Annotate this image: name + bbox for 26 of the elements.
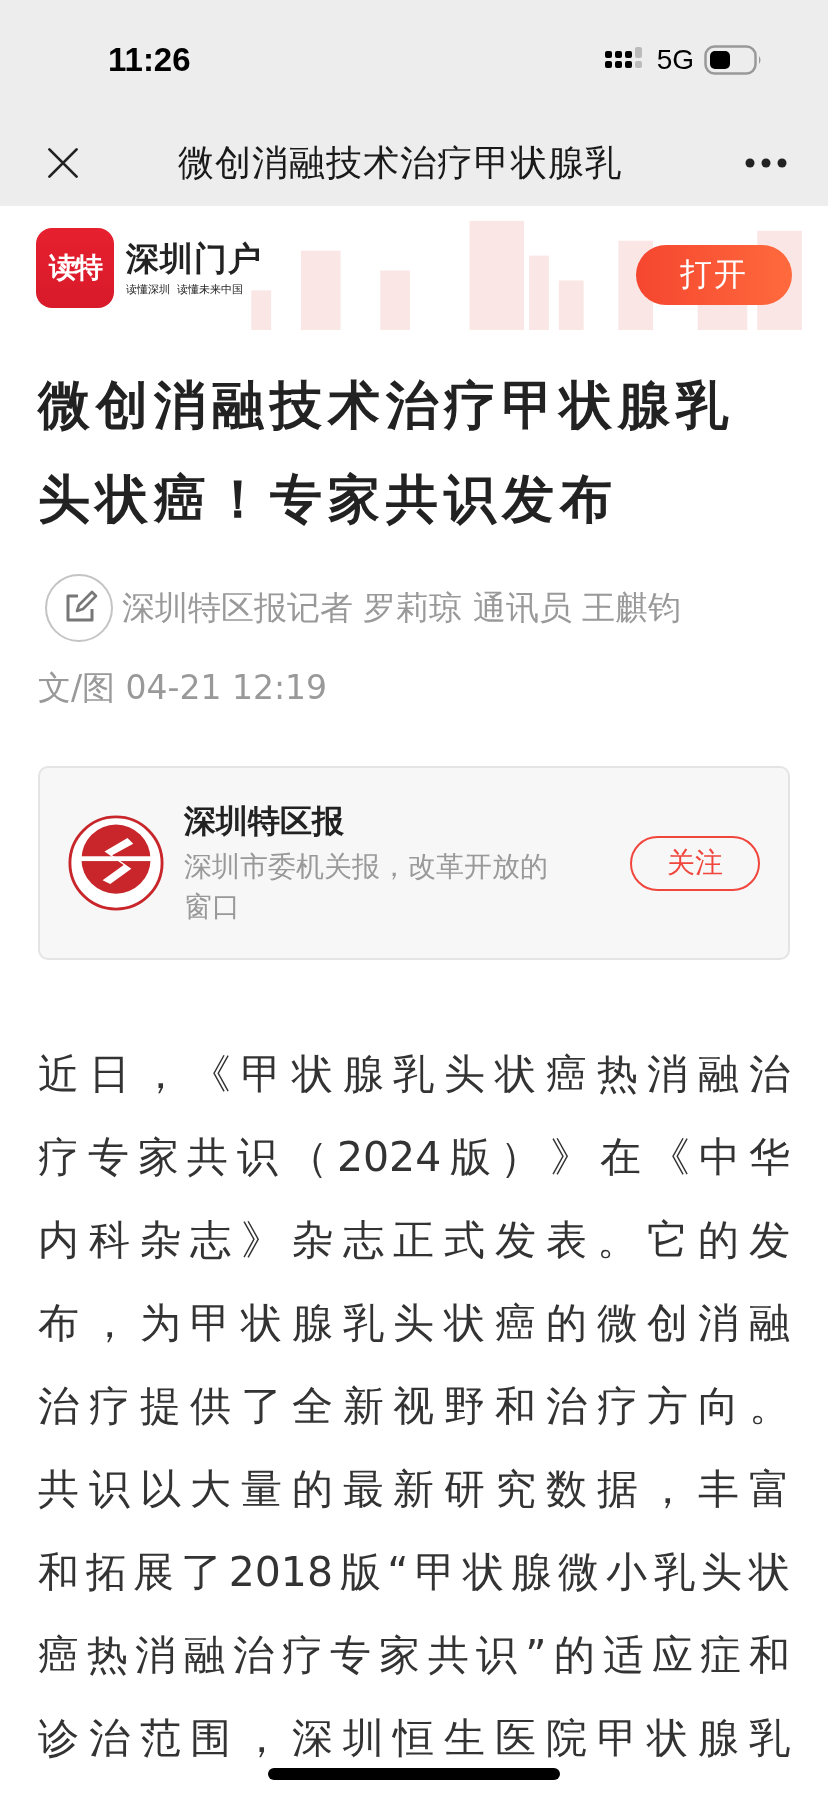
slogan: 读懂深圳 读懂未来中国 [126,281,244,297]
battery-icon [704,45,762,75]
network-label: 5G [656,44,694,76]
article-title: 微创消融技术治疗甲状腺乳头状癌！专家共识发布 [38,374,735,531]
more-icon[interactable] [744,157,788,169]
app-logo: 读特 [36,228,114,308]
text-line: 内科杂志》杂志正式发表。它的发 [38,1215,790,1266]
byline-text: 深圳特区报记者 罗莉琼 通讯员 王麒钧 [122,587,682,629]
follow-button[interactable]: 关注 [630,835,760,891]
text-line: 布，为甲状腺乳头状癌的微创消融 [38,1298,790,1349]
text-line: 治疗提供了全新视野和治疗方向。 [38,1381,790,1432]
close-icon[interactable] [46,146,80,180]
text-line: 疗专家共识（2024版）》在《中华 [38,1132,790,1183]
byline-text: 文/图 04-21 12:19 [38,667,328,709]
source-description: 深圳市委机关报，改革开放的窗口 [184,849,549,925]
source-name: 深圳特区报 [184,801,345,842]
page-title: 微创消融技术治疗甲状腺乳 [178,140,623,185]
text-line: 共识以大量的最新研究数据，丰富 [38,1464,790,1515]
text-line: 癌热消融治疗专家共识”的适应症和 [38,1630,790,1681]
text-line: 诊治范围，深圳恒生医院甲状腺乳 [38,1713,790,1764]
text-line: 近日，《甲状腺乳头状癌热消融治 [38,1049,790,1100]
brand-name: 深圳门户 [126,239,262,278]
text-line: 和拓展了2018版“甲状腺微小乳头状 [38,1547,790,1598]
open-button[interactable]: 打开 [636,245,792,305]
clock-time: 11:26 [108,41,191,79]
edit-icon [44,573,114,643]
